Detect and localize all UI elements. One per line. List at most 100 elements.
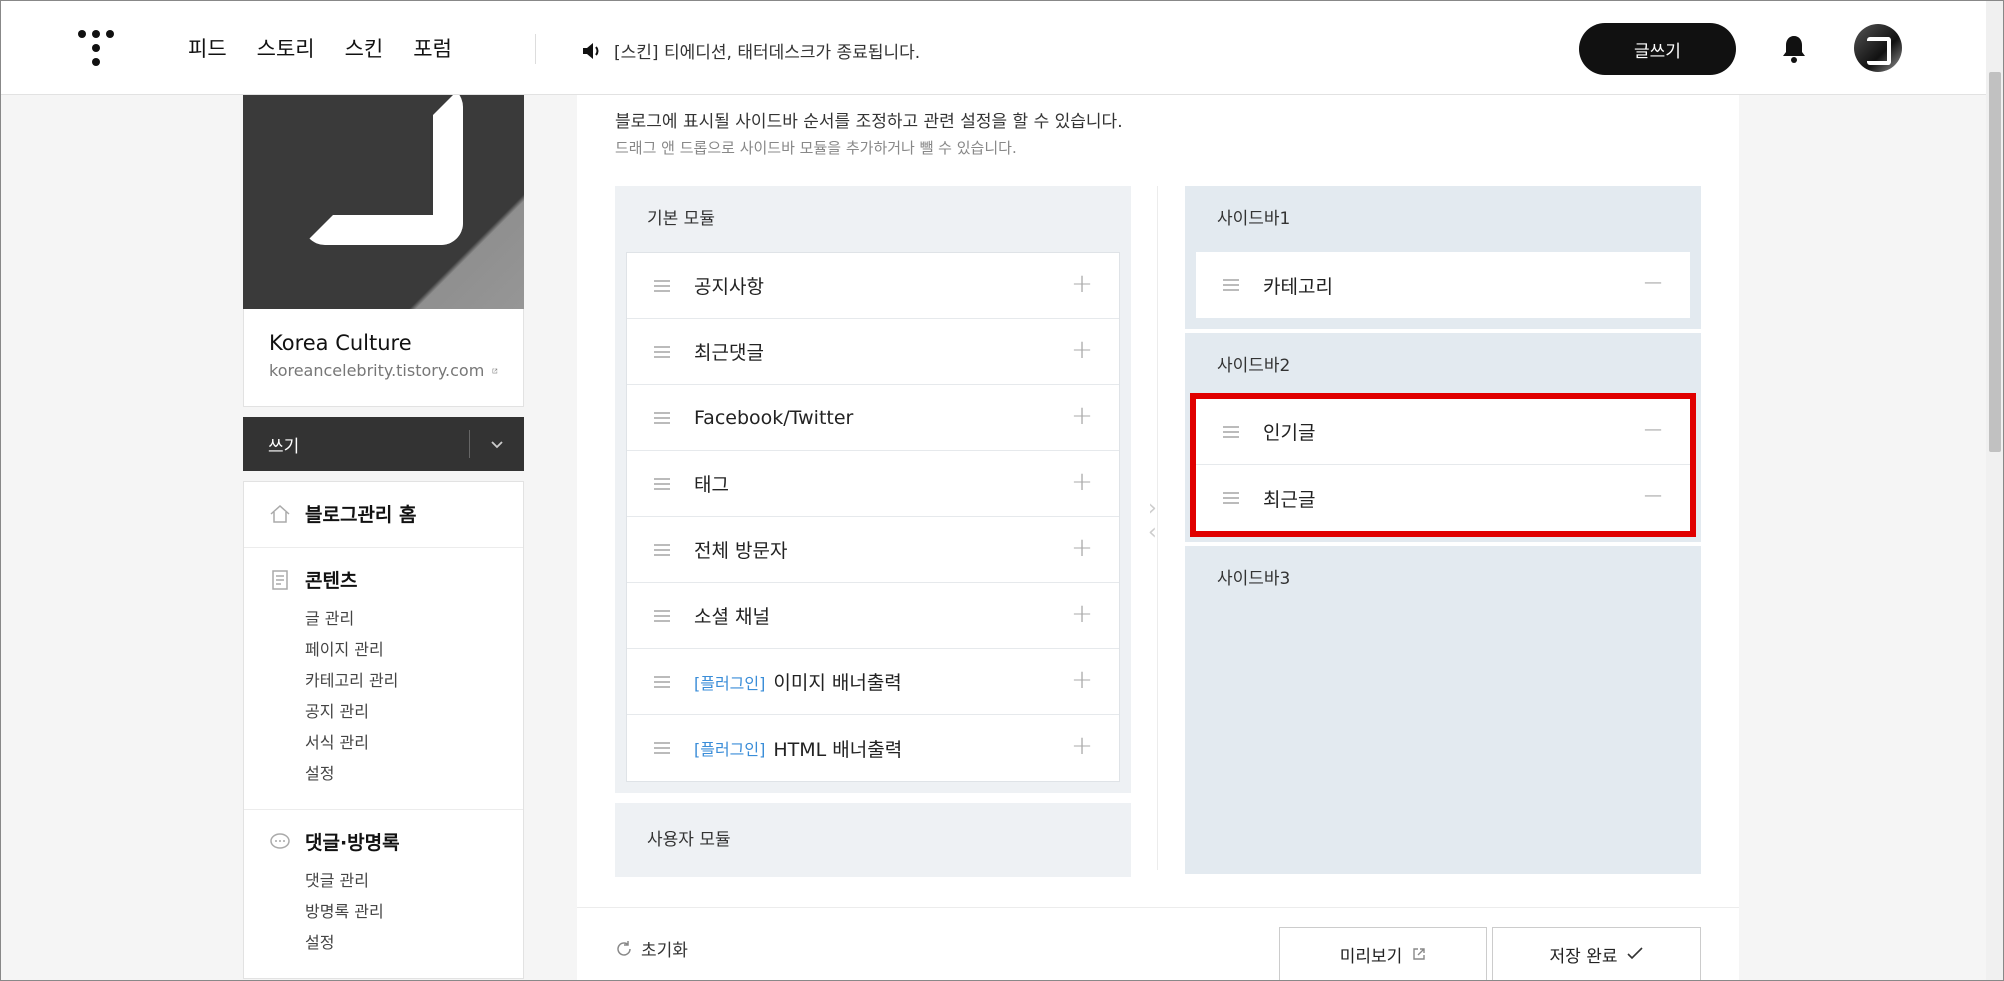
list-item[interactable]: 소셜 채널 + [627,583,1119,649]
blog-name: Korea Culture [269,331,412,355]
check-icon [1627,947,1644,960]
sidebar3-title: 사이드바3 [1217,569,1291,589]
chevron-down-icon[interactable] [487,434,507,454]
tistory-logo-icon[interactable] [78,30,114,66]
add-icon[interactable]: + [1071,469,1093,495]
drag-handle-icon[interactable] [654,477,670,490]
menu-item-notices[interactable]: 공지 관리 [305,696,498,727]
move-arrows-icon: › ‹ [1148,496,1157,545]
drag-handle-icon[interactable] [1223,492,1239,504]
menu-item-comments[interactable]: 댓글 관리 [305,865,498,896]
avatar[interactable] [1854,24,1902,72]
drag-handle-icon[interactable] [1223,425,1239,438]
drag-handle-icon[interactable] [1223,279,1239,291]
notice-banner[interactable]: [스킨] 티에디션, 태터데스크가 종료됩니다. [582,38,920,63]
add-icon[interactable]: + [1071,733,1093,759]
save-button[interactable]: 저장 완료 [1492,927,1701,981]
list-item[interactable]: 카테고리 − [1196,252,1690,318]
remove-icon[interactable]: − [1642,483,1664,509]
remove-icon[interactable]: − [1642,270,1664,296]
module-name: HTML 배너출력 [773,738,903,761]
home-icon [270,504,290,523]
module-name: Facebook/Twitter [694,406,854,429]
add-icon[interactable]: + [1071,535,1093,561]
list-item[interactable]: 전체 방문자 + [627,517,1119,583]
basic-modules-title: 기본 모듈 [647,209,715,229]
sidebar3-box: 사이드바3 [1185,546,1701,874]
menu-item-pages[interactable]: 페이지 관리 [305,634,498,665]
scrollbar-thumb[interactable] [1989,72,2001,452]
speech-bubble-icon [270,832,290,849]
sidebar2-list: 인기글 − 최근글 − [1190,393,1696,537]
main-nav: 피드 스토리 스킨 포럼 [188,33,452,63]
list-item[interactable]: [플러그인] 이미지 배너출력 + [627,649,1119,715]
menu-item-comment-settings[interactable]: 설정 [305,927,498,958]
nav-forum[interactable]: 포럼 [413,33,452,63]
menu-item-content-settings[interactable]: 설정 [305,758,498,789]
module-name: 최근글 [1263,488,1316,511]
page-scrollbar[interactable] [1986,0,2004,981]
add-icon[interactable]: + [1071,271,1093,297]
add-icon[interactable]: + [1071,337,1093,363]
write-post-button[interactable]: 글쓰기 [1579,23,1736,75]
write-dropdown[interactable]: 쓰기 [243,417,524,471]
column-divider [1157,186,1158,870]
basic-modules-box: 기본 모듈 공지사항 + 최근댓글 + Facebook/Twitter + 태그 + 전체 방… [615,186,1131,793]
list-item[interactable]: Facebook/Twitter + [627,385,1119,451]
menu-home[interactable]: 블로그관리 홈 [269,500,498,527]
document-icon [272,569,288,590]
drag-handle-icon[interactable] [654,609,670,622]
list-item[interactable]: [플러그인] HTML 배너출력 + [627,715,1119,781]
remove-icon[interactable]: − [1642,417,1664,443]
plugin-tag: [플러그인] [694,740,766,759]
add-icon[interactable]: + [1071,601,1093,627]
preview-button[interactable]: 미리보기 [1279,927,1487,981]
nav-story[interactable]: 스토리 [257,33,315,63]
nav-feed[interactable]: 피드 [188,33,227,63]
menu-contents-label: 콘텐츠 [305,570,358,592]
drag-handle-icon[interactable] [654,543,670,556]
drag-handle-icon[interactable] [654,345,670,358]
list-item[interactable]: 최근글 − [1196,465,1690,531]
sidebar2-title: 사이드바2 [1217,356,1291,376]
blog-url: koreancelebrity.tistory.com [269,361,485,380]
bell-icon[interactable] [1781,34,1807,64]
menu-item-guestbook[interactable]: 방명록 관리 [305,896,498,927]
list-item[interactable]: 공지사항 + [627,253,1119,319]
module-column: 기본 모듈 공지사항 + 최근댓글 + Facebook/Twitter + 태그 + 전체 방… [615,186,1131,877]
drag-handle-icon[interactable] [654,675,670,688]
blog-url-link[interactable]: koreancelebrity.tistory.com [269,361,498,380]
add-icon[interactable]: + [1071,403,1093,429]
menu-item-posts[interactable]: 글 관리 [305,603,498,634]
sidebar1-box: 사이드바1 카테고리 − [1185,186,1701,329]
menu-item-categories[interactable]: 카테고리 관리 [305,665,498,696]
blog-thumbnail [243,95,524,309]
list-item[interactable]: 최근댓글 + [627,319,1119,385]
preview-label: 미리보기 [1339,946,1403,967]
menu-item-templates[interactable]: 서식 관리 [305,727,498,758]
add-icon[interactable]: + [1071,667,1093,693]
menu-contents[interactable]: 콘텐츠 [269,566,498,593]
basic-modules-list: 공지사항 + 최근댓글 + Facebook/Twitter + 태그 + 전체 방문자 + 소셜 … [626,252,1120,782]
sidebar2-box: 사이드바2 인기글 − 최근글 − [1185,333,1701,542]
top-bar: 피드 스토리 스킨 포럼 [스킨] 티에디션, 태터데스크가 종료됩니다. 글쓰… [0,0,1986,95]
nav-skin[interactable]: 스킨 [345,33,384,63]
drag-handle-icon[interactable] [654,411,670,424]
sidebar1-title: 사이드바1 [1217,209,1291,229]
list-item[interactable]: 태그 + [627,451,1119,517]
user-modules-title[interactable]: 사용자 모듈 [615,803,1131,877]
write-dropdown-label: 쓰기 [268,436,300,457]
drag-handle-icon[interactable] [654,742,670,754]
module-name: 최근댓글 [694,342,764,364]
speaker-icon [583,42,599,59]
reset-button[interactable]: 초기화 [615,936,688,961]
external-link-icon [1413,948,1425,960]
menu-comments[interactable]: 댓글·방명록 [269,828,498,855]
description: 블로그에 표시될 사이드바 순서를 조정하고 관련 설정을 할 수 있습니다. [615,112,1123,132]
list-item[interactable]: 인기글 − [1196,399,1690,465]
menu-home-label: 블로그관리 홈 [305,504,417,526]
refresh-icon [617,940,631,956]
drag-handle-icon[interactable] [654,279,670,292]
module-name: 태그 [694,474,729,496]
sidebar-column: 사이드바1 카테고리 − 사이드바2 인기글 − 최근글 − 사이드바3 [1185,186,1701,874]
